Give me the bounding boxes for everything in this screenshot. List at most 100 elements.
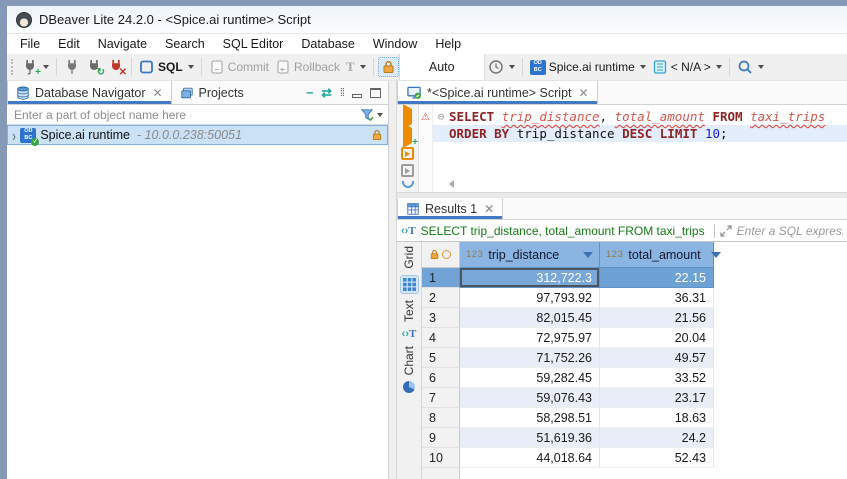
- code-area[interactable]: ⊖SELECT trip_distance, total_amount FROM…: [433, 105, 847, 192]
- fold-marker-icon[interactable]: ⊖: [433, 108, 449, 125]
- row-number[interactable]: 2: [422, 288, 460, 308]
- minimize-panel-button[interactable]: [352, 94, 362, 98]
- menu-help[interactable]: Help: [426, 35, 470, 53]
- view-menu-button[interactable]: ⁞⁞: [340, 87, 344, 99]
- cell-total-amount[interactable]: 52.43: [600, 448, 714, 468]
- view-tab-grid[interactable]: [400, 275, 419, 294]
- execute-new-tab-button[interactable]: +: [403, 128, 412, 143]
- column-name: total_amount: [628, 248, 700, 262]
- new-connection-button[interactable]: +: [19, 57, 52, 77]
- view-tab-grid-label[interactable]: Grid: [402, 246, 416, 269]
- menu-sql-editor[interactable]: SQL Editor: [214, 35, 293, 53]
- column-header-trip-distance[interactable]: 123 trip_distance: [460, 242, 600, 268]
- maximize-panel-button[interactable]: [370, 88, 381, 98]
- sql-text-icon: ‹›T: [401, 225, 416, 237]
- cell-total-amount[interactable]: 36.31: [600, 288, 714, 308]
- row-number[interactable]: 7: [422, 388, 460, 408]
- cell-total-amount[interactable]: 20.04: [600, 328, 714, 348]
- reconnect-button[interactable]: ↻: [83, 57, 105, 77]
- expand-chevron-icon[interactable]: ›: [12, 126, 15, 144]
- tab-database-navigator[interactable]: Database Navigator ✕: [7, 81, 172, 104]
- sql-editor-button[interactable]: SQL: [136, 57, 197, 77]
- menu-navigate[interactable]: Navigate: [89, 35, 156, 53]
- cell-total-amount[interactable]: 18.63: [600, 408, 714, 428]
- disconnect-button[interactable]: ✕: [105, 57, 127, 77]
- cell-total-amount[interactable]: 49.57: [600, 348, 714, 368]
- grid-corner-cell[interactable]: [422, 242, 460, 268]
- close-icon[interactable]: ✕: [579, 86, 589, 100]
- cell-trip-distance[interactable]: 97,793.92: [460, 288, 600, 308]
- table-row: 5 71,752.26 49.57: [422, 348, 847, 368]
- results-query-text[interactable]: SELECT trip_distance, total_amount FROM …: [421, 224, 709, 238]
- cell-total-amount[interactable]: 24.2: [600, 428, 714, 448]
- column-dropdown-icon[interactable]: [583, 252, 593, 258]
- view-tab-text-label[interactable]: Text: [402, 300, 416, 322]
- explain-plan-icon[interactable]: [402, 181, 414, 188]
- commit-button[interactable]: Commit: [206, 57, 272, 77]
- script-stub-button[interactable]: [401, 164, 414, 177]
- cell-trip-distance[interactable]: 82,015.45: [460, 308, 600, 328]
- cell-trip-distance[interactable]: 58,298.51: [460, 408, 600, 428]
- cell-total-amount[interactable]: 22.15: [600, 268, 714, 288]
- execute-script-button[interactable]: [401, 147, 414, 160]
- expand-filter-icon[interactable]: [720, 225, 732, 237]
- cell-trip-distance[interactable]: 312,722.3: [460, 268, 600, 288]
- collapse-all-button[interactable]: −: [306, 86, 313, 100]
- menu-edit[interactable]: Edit: [49, 35, 89, 53]
- chart-view-pie-icon[interactable]: [403, 381, 415, 393]
- cell-trip-distance[interactable]: 71,752.26: [460, 348, 600, 368]
- cell-trip-distance[interactable]: 59,076.43: [460, 388, 600, 408]
- row-number[interactable]: 10: [422, 448, 460, 468]
- cell-total-amount[interactable]: 23.17: [600, 388, 714, 408]
- active-schema-combo[interactable]: < N/A >: [649, 57, 725, 77]
- row-number[interactable]: 3: [422, 308, 460, 328]
- toolbar-drag-handle[interactable]: [11, 59, 15, 75]
- transaction-log-button[interactable]: [485, 57, 518, 77]
- execute-statement-button[interactable]: [403, 109, 412, 124]
- filter-dropdown-caret-icon[interactable]: [377, 113, 383, 117]
- tree-item-connection[interactable]: › ODBC ✓ Spice.ai runtime - 10.0.0.238:5…: [7, 125, 388, 145]
- row-number[interactable]: 8: [422, 408, 460, 428]
- code-line-1[interactable]: ⊖SELECT trip_distance, total_amount FROM…: [433, 108, 847, 125]
- close-icon[interactable]: ✕: [484, 202, 494, 216]
- tab-script-editor[interactable]: *<Spice.ai runtime> Script ✕: [397, 81, 598, 104]
- object-name-filter[interactable]: Enter a part of object name here: [7, 105, 388, 125]
- row-number[interactable]: 5: [422, 348, 460, 368]
- filter-funnel-icon[interactable]: [360, 107, 375, 122]
- connection-lock-toggle[interactable]: [378, 57, 399, 77]
- menu-search[interactable]: Search: [156, 35, 214, 53]
- dropdown-caret-icon: [360, 65, 366, 69]
- filter-expression-placeholder[interactable]: Enter a SQL expression to: [737, 224, 843, 238]
- cell-trip-distance[interactable]: 72,975.97: [460, 328, 600, 348]
- search-button[interactable]: [734, 57, 767, 77]
- row-number[interactable]: 4: [422, 328, 460, 348]
- transaction-mode-button[interactable]: T: [343, 57, 369, 77]
- column-dropdown-icon[interactable]: [711, 252, 721, 258]
- view-tab-chart-label[interactable]: Chart: [402, 346, 416, 375]
- cell-total-amount[interactable]: 21.56: [600, 308, 714, 328]
- hscroll-left-arrow[interactable]: [449, 180, 454, 188]
- tab-projects[interactable]: Projects: [172, 81, 252, 104]
- commit-mode-combo[interactable]: Auto: [399, 54, 485, 80]
- cell-trip-distance[interactable]: 51,619.36: [460, 428, 600, 448]
- cell-trip-distance[interactable]: 44,018.64: [460, 448, 600, 468]
- link-with-editor-button[interactable]: ⇄: [321, 85, 331, 100]
- cell-total-amount[interactable]: 33.52: [600, 368, 714, 388]
- vertical-sash[interactable]: [389, 81, 397, 479]
- rollback-button[interactable]: Rollback: [272, 57, 343, 77]
- row-number[interactable]: 6: [422, 368, 460, 388]
- menu-file[interactable]: File: [11, 35, 49, 53]
- close-icon[interactable]: ✕: [152, 86, 162, 100]
- menu-database[interactable]: Database: [292, 35, 364, 53]
- row-number[interactable]: 1: [422, 268, 460, 288]
- text-view-icon[interactable]: ‹›T: [402, 328, 417, 340]
- table-row: 6 59,282.45 33.52: [422, 368, 847, 388]
- menu-window[interactable]: Window: [364, 35, 426, 53]
- active-connection-combo[interactable]: ODBC Spice.ai runtime: [527, 58, 649, 77]
- row-number[interactable]: 9: [422, 428, 460, 448]
- connect-button[interactable]: [61, 57, 83, 77]
- cell-trip-distance[interactable]: 59,282.45: [460, 368, 600, 388]
- column-header-total-amount[interactable]: 123 total_amount: [600, 242, 714, 268]
- code-line-2[interactable]: ORDER BY trip_distance DESC LIMIT 10;: [433, 125, 847, 142]
- tab-results-1[interactable]: Results 1 ✕: [397, 198, 503, 219]
